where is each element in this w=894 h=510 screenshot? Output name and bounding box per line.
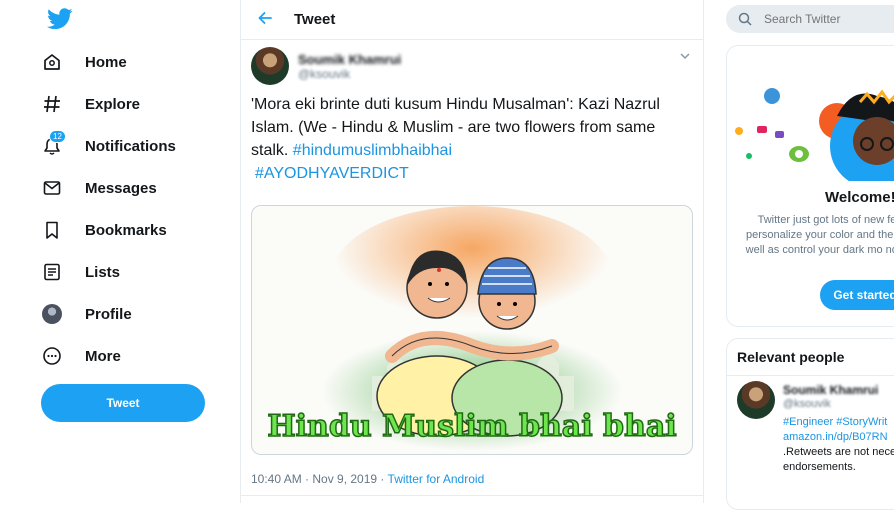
hashtag-link[interactable]: #hindumuslimbhaibhai bbox=[293, 142, 452, 159]
relevant-person-avatar[interactable] bbox=[737, 381, 775, 419]
avatar bbox=[40, 302, 64, 326]
nav-label: Profile bbox=[85, 305, 132, 323]
nav-label: Notifications bbox=[85, 137, 176, 155]
nav-notifications[interactable]: 12 Notifications bbox=[40, 128, 176, 164]
nav-label: Bookmarks bbox=[85, 221, 167, 239]
nav-explore[interactable]: Explore bbox=[40, 86, 140, 122]
search-input[interactable] bbox=[762, 11, 894, 27]
page-header: Tweet bbox=[241, 0, 703, 40]
divider bbox=[727, 375, 894, 376]
relevant-person-bio: #Engineer #StoryWrit amazon.in/dp/B07RN … bbox=[783, 415, 894, 475]
notification-badge: 12 bbox=[49, 130, 66, 143]
bookmark-icon bbox=[40, 218, 64, 242]
nav-label: Explore bbox=[85, 95, 141, 113]
get-started-button[interactable]: Get started bbox=[820, 280, 894, 310]
nav-label: Messages bbox=[85, 179, 157, 197]
relevant-people-card: Relevant people Soumik Khamrui @ksouvik … bbox=[726, 338, 894, 510]
divider bbox=[241, 495, 703, 496]
list-icon bbox=[40, 260, 64, 284]
bell-icon: 12 bbox=[40, 130, 66, 158]
search-icon bbox=[738, 12, 752, 26]
tweet-source-link[interactable]: Twitter for Android bbox=[388, 472, 485, 486]
welcome-title: Welcome! bbox=[825, 189, 894, 206]
nav-label: More bbox=[85, 347, 121, 365]
right-sidebar: Welcome! Twitter just got lots of new fe… bbox=[703, 0, 894, 510]
author-avatar[interactable] bbox=[251, 47, 289, 85]
nav-profile[interactable]: Profile bbox=[40, 296, 132, 332]
welcome-card: Welcome! Twitter just got lots of new fe… bbox=[726, 45, 894, 327]
twitter-logo-icon[interactable] bbox=[47, 8, 73, 30]
nav-label: Home bbox=[85, 53, 127, 71]
hashtag-link[interactable]: #AYODHYAVERDICT bbox=[255, 165, 409, 182]
tweet-button[interactable]: Tweet bbox=[41, 384, 205, 422]
tweet-meta: 10:40 AM · Nov 9, 2019 · Twitter for And… bbox=[251, 472, 484, 486]
back-arrow-icon[interactable] bbox=[257, 10, 273, 29]
image-caption: Hindu Muslim bhai bhai bbox=[267, 408, 678, 445]
bio-hashtags[interactable]: #Engineer #StoryWrit bbox=[783, 415, 894, 430]
hashtag-icon bbox=[40, 92, 64, 116]
nav-label: Lists bbox=[85, 263, 121, 281]
nav-messages[interactable]: Messages bbox=[40, 170, 157, 206]
tweet-image[interactable]: Hindu Muslim bhai bhai bbox=[251, 205, 693, 455]
nav-more[interactable]: More bbox=[40, 338, 121, 374]
home-icon bbox=[40, 50, 64, 74]
page-title: Tweet bbox=[294, 11, 336, 28]
tweet-text: 'Mora eki brinte duti kusum Hindu Musalm… bbox=[251, 93, 691, 185]
relevant-people-title: Relevant people bbox=[737, 349, 845, 365]
author-handle[interactable]: @ksouvik bbox=[298, 67, 350, 81]
sidebar: Home Explore 12 Notifications Messages B… bbox=[0, 0, 240, 503]
more-icon bbox=[40, 344, 64, 368]
author-name[interactable]: Soumik Khamrui bbox=[298, 52, 401, 67]
bio-text: endorsements. bbox=[783, 461, 856, 473]
relevant-person-name[interactable]: Soumik Khamrui bbox=[783, 383, 878, 397]
bio-link[interactable]: amazon.in/dp/B07RN bbox=[783, 430, 894, 445]
welcome-illustration bbox=[735, 88, 894, 181]
welcome-text: Twitter just got lots of new fe personal… bbox=[745, 214, 894, 256]
relevant-person-handle[interactable]: @ksouvik bbox=[783, 398, 831, 410]
envelope-icon bbox=[40, 176, 64, 200]
chevron-down-icon[interactable] bbox=[679, 50, 691, 65]
search-box[interactable] bbox=[726, 5, 894, 33]
nav-lists[interactable]: Lists bbox=[40, 254, 120, 290]
main-column: Tweet Soumik Khamrui @ksouvik 'Mora eki … bbox=[240, 0, 704, 503]
tweet-timestamp[interactable]: 10:40 AM · Nov 9, 2019 · bbox=[251, 472, 388, 486]
nav-home[interactable]: Home bbox=[40, 44, 127, 80]
nav-bookmarks[interactable]: Bookmarks bbox=[40, 212, 167, 248]
bio-text: .Retweets are not nece bbox=[783, 446, 894, 458]
